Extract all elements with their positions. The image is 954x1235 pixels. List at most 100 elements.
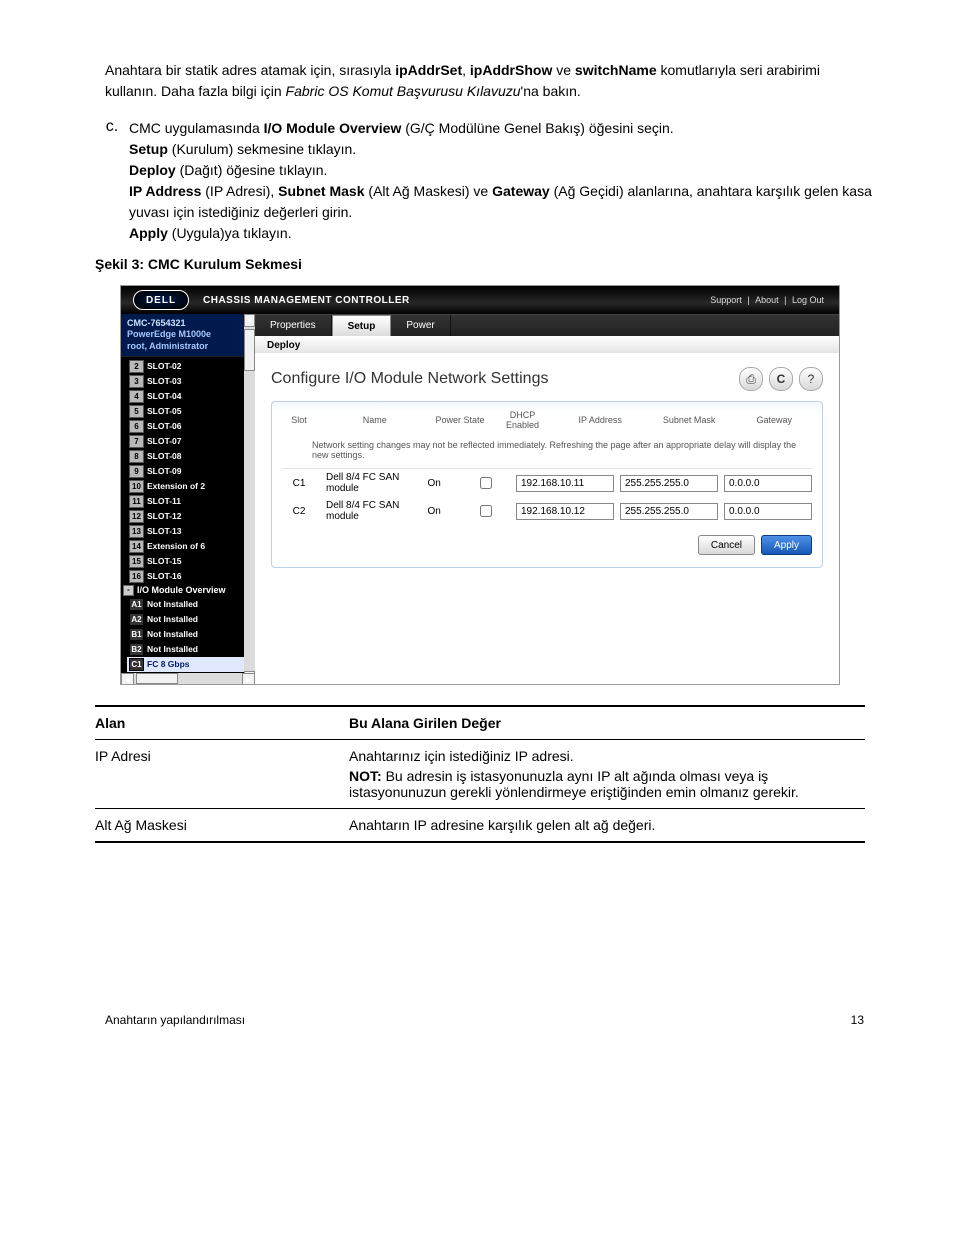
table-header: Slot Name Power State DHCP Enabled IP Ad… bbox=[282, 408, 812, 436]
slot-7[interactable]: 7SLOT-07 bbox=[127, 434, 255, 449]
cell-power: On bbox=[413, 506, 455, 517]
slot-10[interactable]: 10Extension of 2 bbox=[127, 479, 255, 494]
slot-14[interactable]: 14Extension of 6 bbox=[127, 539, 255, 554]
link-logout[interactable]: Log Out bbox=[789, 295, 827, 305]
cancel-button[interactable]: Cancel bbox=[698, 535, 755, 555]
sidebar-vscroll[interactable]: ▲ ▼ bbox=[244, 314, 255, 684]
slot-chip: 16 bbox=[129, 570, 144, 583]
page-title: Configure I/O Module Network Settings bbox=[271, 370, 548, 388]
slot-8[interactable]: 8SLOT-08 bbox=[127, 449, 255, 464]
iom-chip: B2 bbox=[129, 643, 144, 656]
hdr-name: Name bbox=[322, 415, 428, 425]
slot-4[interactable]: 4SLOT-04 bbox=[127, 389, 255, 404]
sb-model: PowerEdge M1000e bbox=[127, 329, 211, 339]
hdr-mask: Subnet Mask bbox=[648, 415, 731, 425]
slot-chip: 12 bbox=[129, 510, 144, 523]
cmc-screenshot: DELL CHASSIS MANAGEMENT CONTROLLER Suppo… bbox=[120, 285, 840, 685]
link-about[interactable]: About bbox=[752, 295, 782, 305]
iom-label: FC 8 Gbps bbox=[147, 659, 190, 669]
slot-label: SLOT-15 bbox=[147, 556, 181, 566]
refresh-icon[interactable]: C bbox=[769, 367, 793, 391]
slot-9[interactable]: 9SLOT-09 bbox=[127, 464, 255, 479]
apply-button[interactable]: Apply bbox=[761, 535, 812, 555]
gateway-input[interactable] bbox=[724, 503, 812, 520]
sidebar-title: CMC-7654321 PowerEdge M1000e root, Admin… bbox=[121, 314, 255, 357]
slot-2[interactable]: 2SLOT-02 bbox=[127, 359, 255, 374]
field-hdr-left: Alan bbox=[95, 715, 335, 731]
slot-12[interactable]: 12SLOT-12 bbox=[127, 509, 255, 524]
slot-15[interactable]: 15SLOT-15 bbox=[127, 554, 255, 569]
subtab-deploy[interactable]: Deploy bbox=[255, 336, 312, 354]
scroll-left-icon[interactable]: ◀ bbox=[121, 673, 134, 684]
hscroll-thumb[interactable] bbox=[136, 673, 178, 684]
slot-5[interactable]: 5SLOT-05 bbox=[127, 404, 255, 419]
table-row: C2Dell 8/4 FC SAN moduleOn bbox=[282, 497, 812, 525]
slot-chip: 6 bbox=[129, 420, 144, 433]
slot-3[interactable]: 3SLOT-03 bbox=[127, 374, 255, 389]
ip-input[interactable] bbox=[516, 475, 614, 492]
iom-A2[interactable]: A2Not Installed bbox=[127, 612, 255, 627]
print-icon[interactable]: ⎙ bbox=[739, 367, 763, 391]
list-bullet: c. bbox=[105, 118, 119, 244]
iom-C1[interactable]: C1FC 8 Gbps bbox=[127, 657, 255, 672]
document-page: Anahtara bir statik adres atamak için, s… bbox=[0, 0, 954, 1077]
dhcp-checkbox[interactable] bbox=[480, 505, 492, 517]
figure-caption: Şekil 3: CMC Kurulum Sekmesi bbox=[95, 254, 874, 275]
slot-chip: 9 bbox=[129, 465, 144, 478]
nav-tree: 2SLOT-023SLOT-034SLOT-045SLOT-056SLOT-06… bbox=[121, 357, 255, 684]
tab-bar-main: Properties Setup Power bbox=[255, 314, 839, 336]
table-row: C1Dell 8/4 FC SAN moduleOn bbox=[282, 469, 812, 497]
link-support[interactable]: Support bbox=[707, 295, 745, 305]
iom-chip: C1 bbox=[129, 658, 144, 671]
mask-input[interactable] bbox=[620, 475, 718, 492]
tab-power[interactable]: Power bbox=[391, 315, 450, 336]
help-icon[interactable]: ? bbox=[799, 367, 823, 391]
slot-label: SLOT-12 bbox=[147, 511, 181, 521]
slot-chip: 15 bbox=[129, 555, 144, 568]
gateway-input[interactable] bbox=[724, 475, 812, 492]
slot-label: SLOT-16 bbox=[147, 571, 181, 581]
sb-hostname: CMC-7654321 bbox=[127, 318, 186, 328]
nav-iom-overview[interactable]: -I/O Module Overview bbox=[121, 584, 255, 597]
slot-label: SLOT-02 bbox=[147, 361, 181, 371]
para-1: Anahtara bir statik adres atamak için, s… bbox=[105, 60, 874, 102]
cell-power: On bbox=[413, 478, 455, 489]
panel-note: Network setting changes may not be refle… bbox=[282, 436, 812, 469]
iom-A1[interactable]: A1Not Installed bbox=[127, 597, 255, 612]
mask-input[interactable] bbox=[620, 503, 718, 520]
slot-6[interactable]: 6SLOT-06 bbox=[127, 419, 255, 434]
iom-B2[interactable]: B2Not Installed bbox=[127, 642, 255, 657]
txt: Anahtara bir statik adres atamak için, s… bbox=[105, 62, 820, 99]
field-hdr-right: Bu Alana Girilen Değer bbox=[349, 715, 865, 731]
scroll-thumb[interactable] bbox=[244, 329, 255, 371]
dhcp-checkbox[interactable] bbox=[480, 477, 492, 489]
slot-11[interactable]: 11SLOT-11 bbox=[127, 494, 255, 509]
scroll-up-icon[interactable]: ▲ bbox=[244, 314, 255, 327]
tab-setup[interactable]: Setup bbox=[332, 315, 392, 336]
iom-label: Not Installed bbox=[147, 599, 198, 609]
sidebar: CMC-7654321 PowerEdge M1000e root, Admin… bbox=[121, 314, 255, 684]
slot-label: SLOT-09 bbox=[147, 466, 181, 476]
list-body: CMC uygulamasında I/O Module Overview (G… bbox=[129, 118, 874, 244]
page-heading: Configure I/O Module Network Settings ⎙ … bbox=[271, 367, 823, 391]
slot-label: SLOT-11 bbox=[147, 496, 181, 506]
app-title: CHASSIS MANAGEMENT CONTROLLER bbox=[203, 295, 410, 306]
field-row1-right: Anahtarınız için istediğiniz IP adresi. … bbox=[349, 748, 865, 800]
slot-label: SLOT-13 bbox=[147, 526, 181, 536]
field-row2-left: Alt Ağ Maskesi bbox=[95, 817, 335, 833]
slot-chip: 13 bbox=[129, 525, 144, 538]
scroll-right-icon[interactable]: ▶ bbox=[242, 673, 255, 684]
slot-13[interactable]: 13SLOT-13 bbox=[127, 524, 255, 539]
sidebar-hscroll[interactable]: ◀ ▶ bbox=[121, 673, 255, 684]
ip-input[interactable] bbox=[516, 503, 614, 520]
topbar-right: Support | About | Log Out bbox=[707, 295, 827, 305]
iom-chip: A2 bbox=[129, 613, 144, 626]
tab-properties[interactable]: Properties bbox=[255, 315, 332, 336]
hdr-power: Power State bbox=[434, 415, 487, 425]
slot-label: SLOT-06 bbox=[147, 421, 181, 431]
slot-chip: 2 bbox=[129, 360, 144, 373]
content-pane: Configure I/O Module Network Settings ⎙ … bbox=[255, 353, 839, 684]
field-table: Alan Bu Alana Girilen Değer IP Adresi An… bbox=[95, 705, 865, 843]
iom-B1[interactable]: B1Not Installed bbox=[127, 627, 255, 642]
slot-16[interactable]: 16SLOT-16 bbox=[127, 569, 255, 584]
